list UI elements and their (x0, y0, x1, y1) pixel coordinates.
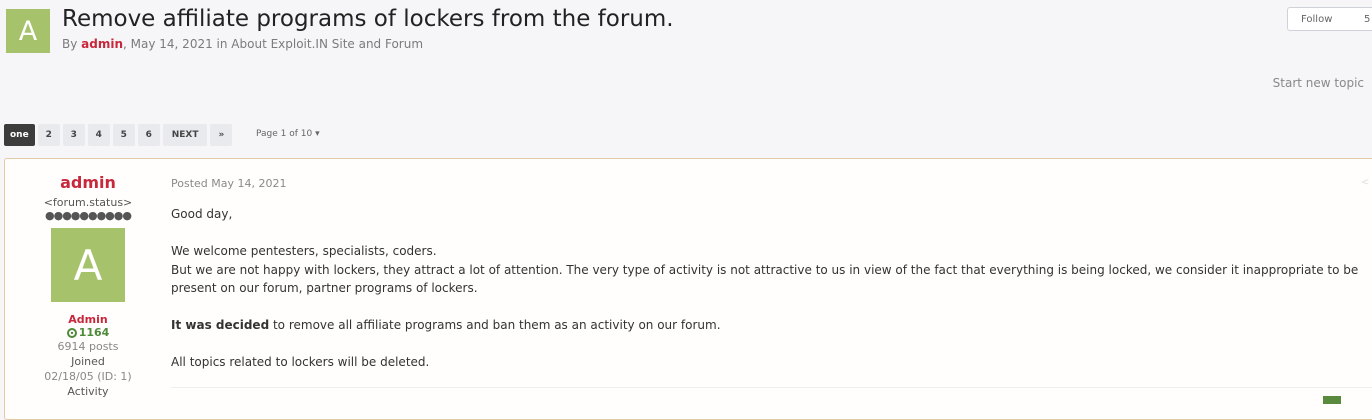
page-3-button[interactable]: 3 (62, 124, 85, 146)
avatar-letter: A (73, 240, 103, 290)
avatar-letter: A (18, 15, 38, 47)
post-divider (171, 387, 1372, 388)
page-info: Page 1 of 10 (256, 129, 313, 139)
decision-bold: It was decided (171, 318, 270, 332)
author-post-count: 6914 posts (57, 340, 119, 353)
post: admin <forum.status> ●●●●●●●●●● A Admin … (4, 158, 1372, 420)
paragraph-deletion: All topics related to lockers will be de… (171, 355, 430, 369)
follow-count: 5 (1364, 14, 1371, 25)
caret-down-icon: ▾ (315, 129, 320, 139)
page-2-button[interactable]: 2 (37, 124, 60, 146)
topic-title: Remove affiliate programs of lockers fro… (62, 6, 674, 32)
paragraph-greeting: Good day, (171, 207, 233, 221)
page-jump-dropdown[interactable]: Page 1 of 10 ▾ (256, 129, 320, 139)
paragraph-decision: It was decided to remove all affiliate p… (171, 316, 1372, 335)
rank-dots: ●●●●●●●●●● (45, 209, 132, 222)
reputation-value: 1164 (78, 326, 110, 339)
activity-label: Activity (67, 385, 109, 398)
post-author-panel: admin <forum.status> ●●●●●●●●●● A Admin … (5, 159, 171, 399)
paragraph-lockers: But we are not happy with lockers, they … (171, 262, 1359, 296)
last-page-button[interactable]: » (210, 124, 233, 146)
start-new-topic-link[interactable]: Start new topic (1273, 76, 1364, 90)
post-author-name[interactable]: admin (5, 173, 171, 192)
author-status: <forum.status> (43, 196, 133, 209)
decision-rest: to remove all affiliate programs and ban… (269, 318, 721, 332)
follow-label: Follow (1301, 14, 1333, 25)
joined-label: Joined (71, 355, 105, 368)
post-date: Posted May 14, 2021 (171, 177, 287, 190)
reputation-icon (66, 327, 77, 338)
share-icon[interactable]: < (1361, 177, 1369, 188)
paragraph-welcome: We welcome pentesters, specialists, code… (171, 244, 437, 258)
meta-date-forum: , May 14, 2021 in About Exploit.IN Site … (123, 37, 424, 51)
meta-by: By (62, 37, 78, 51)
topic-author-link[interactable]: admin (81, 37, 123, 51)
topic-author-avatar[interactable]: A (6, 9, 50, 53)
reputation-badge: 1164 (5, 326, 171, 339)
pagination: one 2 3 4 5 6 NEXT » (4, 124, 233, 146)
author-group: Admin (68, 313, 108, 326)
topic-meta: By admin, May 14, 2021 in About Exploit.… (62, 37, 423, 51)
page-4-button[interactable]: 4 (87, 124, 110, 146)
post-content: Good day, We welcome pentesters, special… (171, 205, 1372, 372)
page-6-button[interactable]: 6 (137, 124, 160, 146)
next-page-button[interactable]: NEXT (162, 124, 208, 146)
follow-button[interactable]: Follow 5 (1287, 7, 1372, 31)
page-1-button[interactable]: one (4, 124, 35, 146)
page-5-button[interactable]: 5 (112, 124, 135, 146)
author-avatar[interactable]: A (51, 228, 125, 302)
joined-value: 02/18/05 (ID: 1) (44, 370, 132, 383)
reaction-button[interactable] (1323, 396, 1341, 404)
